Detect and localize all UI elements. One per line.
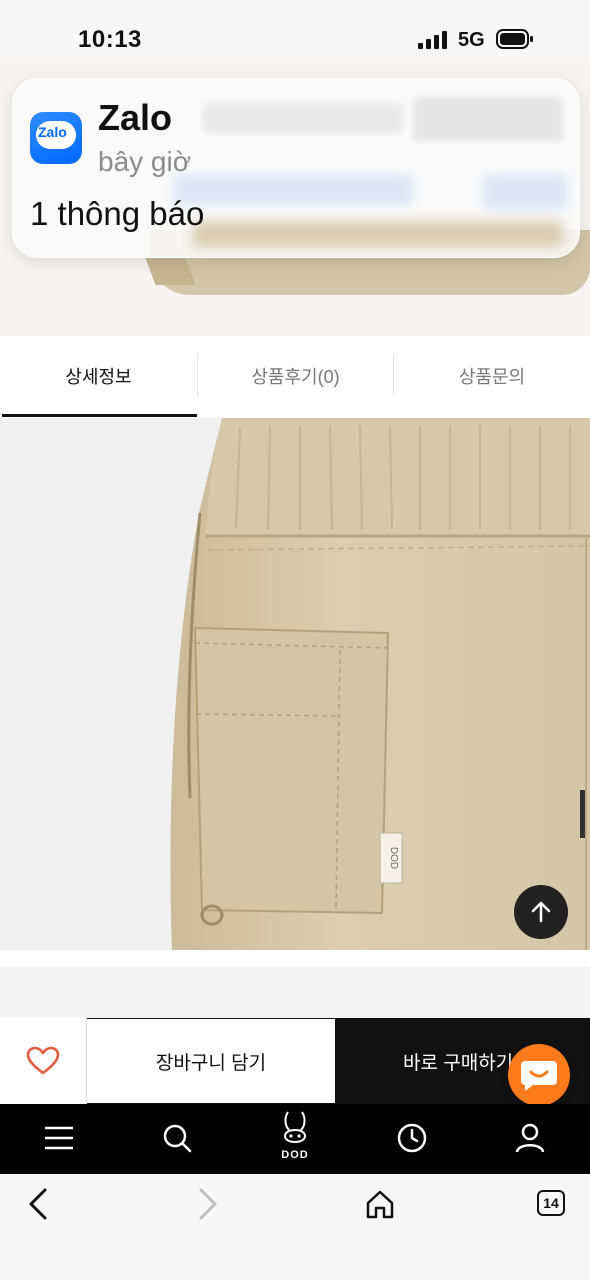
tab-inquiries[interactable]: 상품문의 bbox=[394, 336, 590, 416]
add-to-cart-button[interactable]: 장바구니 담기 bbox=[87, 1019, 335, 1103]
arrow-up-icon bbox=[531, 901, 551, 923]
tabs-count-button[interactable]: 14 bbox=[537, 1190, 565, 1216]
wishlist-button[interactable] bbox=[0, 1018, 87, 1104]
blurred-background-text bbox=[203, 103, 403, 133]
blurred-background-link bbox=[483, 174, 568, 210]
active-tab-indicator bbox=[2, 414, 197, 417]
notification-app-name: Zalo bbox=[98, 97, 173, 138]
heart-icon bbox=[26, 1046, 60, 1075]
blurred-background-link bbox=[173, 174, 413, 206]
browser-toolbar bbox=[0, 1174, 590, 1280]
product-tabs: 상세정보 상품후기(0) 상품문의 bbox=[0, 336, 590, 418]
chat-button[interactable] bbox=[508, 1044, 570, 1106]
logo-text: DOD bbox=[281, 1149, 309, 1161]
menu-icon[interactable] bbox=[41, 1120, 77, 1156]
back-icon[interactable] bbox=[18, 1184, 58, 1224]
signal-icon bbox=[418, 31, 447, 49]
tab-details[interactable]: 상세정보 bbox=[0, 336, 197, 416]
network-label: 5G bbox=[458, 29, 485, 51]
user-icon[interactable] bbox=[512, 1120, 548, 1156]
section-gap-shade bbox=[0, 966, 590, 1018]
pants-label-tag: DOD bbox=[388, 847, 399, 869]
product-detail-image: DOD bbox=[0, 418, 590, 950]
forward-icon[interactable] bbox=[188, 1184, 228, 1224]
pants-illustration: DOD bbox=[170, 418, 590, 950]
notification-time: bây giờ bbox=[98, 146, 192, 177]
blurred-background-icons bbox=[413, 97, 563, 141]
scroll-to-top-button[interactable] bbox=[514, 885, 568, 939]
dod-logo[interactable]: DOD bbox=[275, 1110, 315, 1168]
search-icon[interactable] bbox=[159, 1120, 195, 1156]
tab-reviews[interactable]: 상품후기(0) bbox=[198, 336, 393, 416]
battery-icon bbox=[496, 29, 533, 49]
home-icon[interactable] bbox=[360, 1184, 400, 1224]
blurred-background-image bbox=[193, 221, 563, 247]
clock-icon[interactable] bbox=[394, 1120, 430, 1156]
rabbit-logo-icon bbox=[283, 1111, 307, 1143]
zalo-app-icon: Zalo bbox=[30, 112, 82, 164]
chat-bubble-icon bbox=[521, 1061, 557, 1091]
notification-message: 1 thông báo bbox=[30, 195, 205, 232]
status-time: 10:13 bbox=[78, 26, 142, 53]
